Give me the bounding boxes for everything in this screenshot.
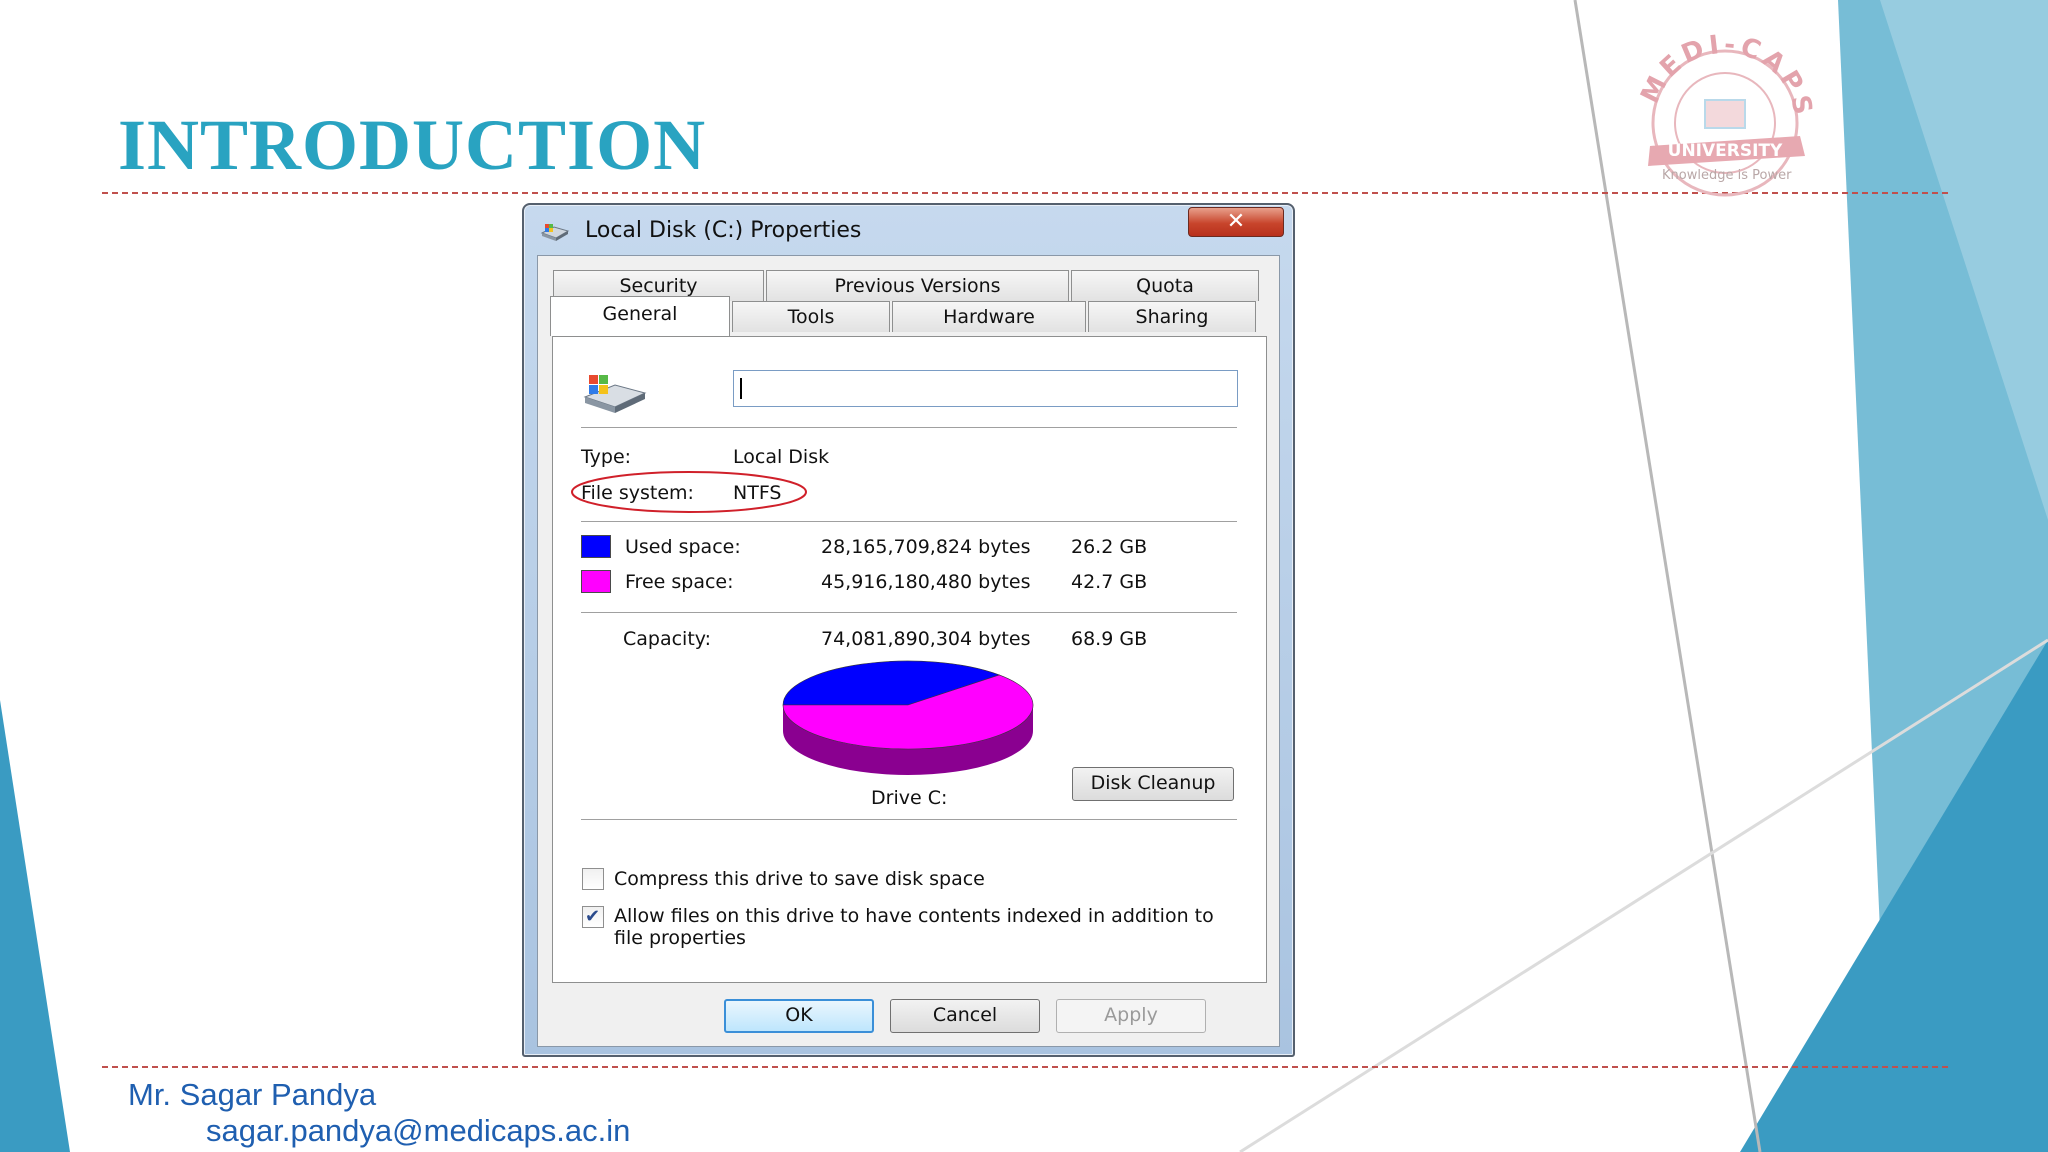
close-icon: ✕ xyxy=(1226,209,1246,234)
ok-button[interactable]: OK xyxy=(724,999,874,1033)
text-caret xyxy=(740,378,742,399)
used-space-swatch xyxy=(581,535,611,558)
index-label-line2: file properties xyxy=(614,927,746,949)
type-label: Type: xyxy=(581,446,632,468)
cancel-button[interactable]: Cancel xyxy=(890,999,1040,1033)
capacity-label: Capacity: xyxy=(623,628,712,650)
disk-usage-pie-chart xyxy=(782,660,1034,775)
tab-sharing[interactable]: Sharing xyxy=(1088,301,1256,332)
checkmark-icon: ✔ xyxy=(585,906,601,927)
ntfs-highlight-ellipse xyxy=(571,471,807,513)
drive-name-input[interactable] xyxy=(733,370,1238,407)
drive-icon xyxy=(540,224,570,241)
free-space-swatch xyxy=(581,570,611,593)
capacity-size: 68.9 GB xyxy=(1071,628,1148,650)
dialog-client-area: Security Previous Versions Quota General… xyxy=(537,255,1280,1047)
free-space-label: Free space: xyxy=(625,571,734,593)
close-button[interactable]: ✕ xyxy=(1188,207,1284,237)
used-space-size: 26.2 GB xyxy=(1071,536,1148,558)
logo-tagline: Knowledge is Power xyxy=(1662,168,1792,183)
tab-general[interactable]: General xyxy=(550,296,730,336)
separator-2 xyxy=(581,521,1237,523)
separator-1 xyxy=(581,427,1237,429)
tab-tools[interactable]: Tools xyxy=(732,301,890,332)
general-tab-panel: Type: Local Disk File system: NTFS Used … xyxy=(552,336,1267,983)
separator-4 xyxy=(581,819,1237,821)
footer-divider xyxy=(102,1066,1948,1068)
apply-button[interactable]: Apply xyxy=(1056,999,1206,1033)
separator-3 xyxy=(581,612,1237,614)
type-value: Local Disk xyxy=(733,446,830,468)
free-space-size: 42.7 GB xyxy=(1071,571,1148,593)
slide-title: INTRODUCTION xyxy=(118,105,707,185)
index-label-line1: Allow files on this drive to have conten… xyxy=(614,905,1214,927)
disk-cleanup-button[interactable]: Disk Cleanup xyxy=(1072,767,1234,801)
used-space-bytes: 28,165,709,824 bytes xyxy=(821,536,1031,558)
dialog-titlebar[interactable]: Local Disk (C:) Properties ✕ xyxy=(524,205,1293,255)
compress-checkbox[interactable] xyxy=(582,868,604,890)
tab-previous-versions[interactable]: Previous Versions xyxy=(766,270,1069,301)
used-space-label: Used space: xyxy=(625,536,741,558)
logo-banner-text: UNIVERSITY xyxy=(1668,141,1783,161)
local-disk-icon xyxy=(583,375,647,413)
free-space-bytes: 45,916,180,480 bytes xyxy=(821,571,1031,593)
dialog-title: Local Disk (C:) Properties xyxy=(585,218,862,243)
compress-label: Compress this drive to save disk space xyxy=(614,868,985,890)
properties-dialog: Local Disk (C:) Properties ✕ Security Pr… xyxy=(522,203,1295,1057)
tab-hardware[interactable]: Hardware xyxy=(892,301,1086,332)
index-checkbox[interactable]: ✔ xyxy=(582,906,604,928)
author-name: Mr. Sagar Pandya xyxy=(128,1077,377,1112)
tab-quota[interactable]: Quota xyxy=(1071,270,1259,301)
author-email[interactable]: sagar.pandya@medicaps.ac.in xyxy=(206,1113,630,1149)
capacity-bytes: 74,081,890,304 bytes xyxy=(821,628,1031,650)
drive-label: Drive C: xyxy=(871,787,948,809)
